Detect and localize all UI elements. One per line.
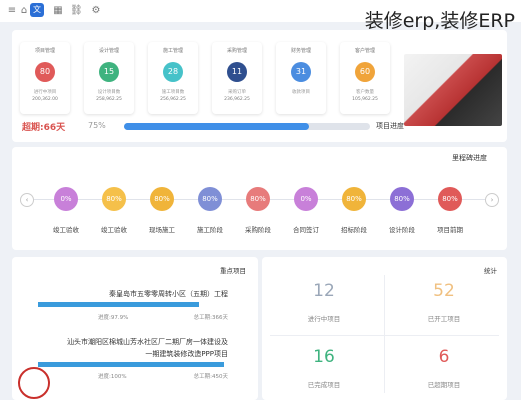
card-amount: 256,962.25 — [160, 97, 186, 102]
card-amount: 236,962.25 — [224, 97, 250, 102]
card-title: 采购管理 — [226, 48, 247, 54]
milestone-label: 采购阶段 — [245, 226, 271, 234]
project-title[interactable]: 汕头市潮阳区棉城山芳水社区厂二期厂房一体建设及 — [67, 337, 228, 347]
stat-label: 已开工项目 — [427, 315, 461, 323]
progress-percent: 75% — [88, 121, 106, 130]
menu-icon[interactable]: ≡ — [6, 5, 18, 17]
milestone-label: 招标阶段 — [341, 226, 367, 234]
milestone-node[interactable]: 80% — [102, 187, 126, 211]
project-progress-row: 超期:66天 75% 项目进度 — [22, 120, 502, 134]
card-title: 设计管理 — [98, 48, 119, 54]
stat-label: 已超期项目 — [427, 381, 461, 389]
milestone-node[interactable]: 80% — [342, 187, 366, 211]
project-progress-text: 进度:97.9% — [98, 315, 129, 321]
milestone-node[interactable]: 0% — [294, 187, 318, 211]
module-card[interactable]: 设计管理 15 设计项目数 258,962.25 — [84, 42, 134, 114]
card-title: 施工管理 — [162, 48, 183, 54]
card-label: 采购订单 — [228, 90, 246, 95]
card-label: 设计项目数 — [97, 90, 121, 95]
module-card[interactable]: 项目管理 80 进行中项目 200,362.00 — [20, 42, 70, 114]
card-amount: 105,962.25 — [352, 97, 378, 102]
milestone-label: 设计阶段 — [389, 226, 415, 234]
progress-label: 项目进度 — [376, 122, 404, 130]
card-label: 施工项目数 — [161, 90, 185, 95]
link-icon[interactable]: ⛓ — [70, 5, 83, 17]
progress-track — [124, 123, 370, 130]
milestone-node[interactable]: 0% — [54, 187, 78, 211]
company-stamp — [18, 367, 50, 399]
stat-label: 已完成项目 — [307, 381, 341, 389]
module-card[interactable]: 客户管理 60 客户数量 105,962.25 — [340, 42, 390, 114]
card-label: 进行中项目 — [33, 90, 57, 95]
project-progress-text: 进度:100% — [98, 374, 127, 380]
card-amount: 200,362.00 — [32, 97, 58, 102]
card-amount: 258,962.25 — [96, 97, 122, 102]
overlay-title: 装修erp,装修ERP — [364, 10, 515, 32]
card-title: 财务管理 — [290, 48, 311, 54]
card-count-circle: 60 — [355, 62, 375, 82]
stats-panel: 统计 52 已开工项目 12 进行中项目 6 已超期项目 16 已完成项目 — [262, 257, 507, 400]
module-card[interactable]: 财务管理 31 收款项目 — [276, 42, 326, 114]
next-arrow-icon[interactable]: › — [485, 193, 499, 207]
milestone-node[interactable]: 80% — [150, 187, 174, 211]
project-progress-bar — [38, 362, 224, 367]
stat-completed[interactable]: 16 已完成项目 — [266, 337, 382, 399]
milestone-label: 施工阶段 — [197, 226, 223, 234]
milestone-node[interactable]: 80% — [198, 187, 222, 211]
milestone-label: 竣工验收 — [53, 226, 79, 234]
app-logo: 文 — [30, 3, 44, 17]
settings-icon[interactable]: ⚙ — [90, 5, 102, 17]
milestone-label: 项目前期 — [437, 226, 463, 234]
key-projects-panel: 重点项目 秦皇岛市五零零周转小区（五期）工程 总工期:366天 进度:97.9%… — [12, 257, 258, 400]
milestone-label: 现场施工 — [149, 226, 175, 234]
card-count-circle: 28 — [163, 62, 183, 82]
stat-overdue[interactable]: 6 已超期项目 — [386, 337, 502, 399]
milestone-node[interactable]: 80% — [438, 187, 462, 211]
stat-number: 12 — [313, 281, 335, 301]
key-projects-heading: 重点项目 — [220, 267, 246, 275]
prev-arrow-icon[interactable]: ‹ — [20, 193, 34, 207]
stat-number: 6 — [438, 347, 450, 367]
stat-started[interactable]: 52 已开工项目 — [386, 271, 502, 333]
milestone-label: 合同签订 — [293, 226, 319, 234]
project-progress-bar — [38, 302, 199, 307]
stat-number: 52 — [433, 281, 455, 301]
home-icon[interactable]: ⌂ — [18, 5, 30, 17]
stat-number: 16 — [313, 347, 335, 367]
card-label: 客户数量 — [356, 90, 374, 95]
milestone-heading: 里程碑进度 — [452, 154, 487, 162]
card-title: 项目管理 — [34, 48, 55, 54]
card-title: 客户管理 — [354, 48, 375, 54]
project-duration: 总工期:450天 — [193, 374, 228, 380]
card-count-circle: 15 — [99, 62, 119, 82]
project-duration: 总工期:366天 — [193, 315, 228, 321]
overdue-days: 超期:66天 — [22, 123, 66, 133]
milestone-node[interactable]: 80% — [246, 187, 270, 211]
project-title[interactable]: 秦皇岛市五零零周转小区（五期）工程 — [109, 289, 228, 299]
milestone-label: 竣工验收 — [101, 226, 127, 234]
module-card[interactable]: 施工管理 28 施工项目数 256,962.25 — [148, 42, 198, 114]
project-title-line2: 一期建筑装修改造PPP项目 — [145, 350, 228, 358]
stat-in-progress[interactable]: 12 进行中项目 — [266, 271, 382, 333]
module-card[interactable]: 采购管理 11 采购订单 236,962.25 — [212, 42, 262, 114]
stat-label: 进行中项目 — [307, 315, 341, 323]
card-count-circle: 31 — [291, 62, 311, 82]
card-count-circle: 11 — [227, 62, 247, 82]
card-label: 收款项目 — [292, 90, 310, 95]
card-count-circle: 80 — [35, 62, 55, 82]
project-photo — [404, 54, 502, 126]
stats-divider-horizontal — [270, 335, 499, 336]
milestone-panel: 里程碑进度 ‹ › 80% 项目前期 80% 设计阶段 80% 招标阶段 0% 合同签订 80%… — [12, 147, 507, 250]
milestone-node[interactable]: 80% — [390, 187, 414, 211]
progress-fill — [124, 123, 309, 130]
grid-icon[interactable]: ▦ — [52, 5, 64, 17]
stats-divider-vertical — [384, 275, 385, 393]
